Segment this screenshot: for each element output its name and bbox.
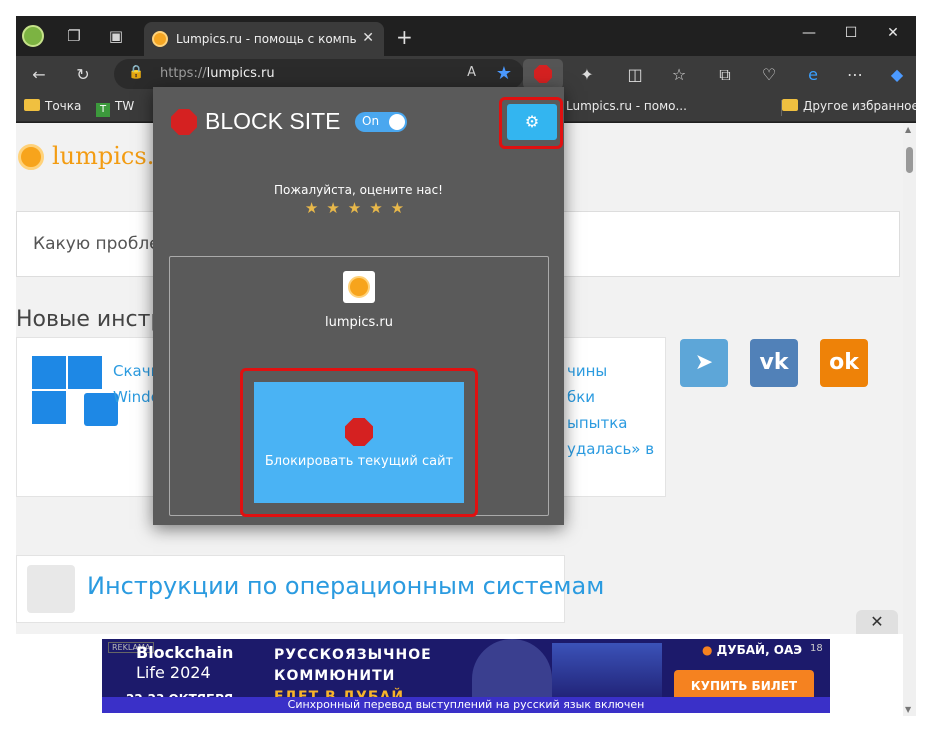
site-logo-text[interactable]: lumpics. [52,142,154,170]
tab-close-icon[interactable]: ✕ [362,30,374,46]
collections-icon[interactable]: ⧉ [714,64,736,86]
block-site-logo-icon [171,109,197,135]
ad-location-text: ДУБАЙ, ОАЭ [716,643,803,657]
edge-icon[interactable]: e [802,64,824,86]
bookmark-label: Точка [45,99,82,113]
active-tab[interactable]: Lumpics.ru - помощь с компьютером ✕ [144,22,384,56]
ad-brand-line2: Life 2024 [136,663,211,682]
workspaces-icon[interactable]: ❐ [64,26,84,46]
favorites-icon[interactable]: ☆ [668,64,690,86]
url-scheme: https:// [160,66,207,81]
vk-icon[interactable]: vk [750,339,798,387]
popup-title: BLOCK SITE [205,108,341,134]
ad-brand-line1: Blockchain [136,643,234,662]
ad-location: ● ДУБАЙ, ОАЭ [702,643,802,657]
block-site-popup: BLOCK SITE On ⚙ Пожалуйста, оцените нас!… [153,87,564,525]
os-section-title[interactable]: Инструкции по операционным системам [87,572,604,600]
ad-age-rating: 18 [810,643,823,654]
telegram-icon[interactable]: ➤ [680,339,728,387]
toggle-knob [389,114,405,130]
split-screen-icon[interactable]: ◫ [624,64,646,86]
site-favicon-icon [343,271,375,303]
os-box-icon [27,565,75,613]
block-button-label: Блокировать текущий сайт [264,454,454,469]
tab-actions-icon[interactable]: ▣ [106,26,126,46]
copilot-icon[interactable]: ◆ [886,64,908,86]
ad-bottom-strip: Синхронный перевод выступлений на русски… [102,697,830,713]
new-tab-button[interactable]: + [396,25,413,49]
browser-essentials-icon[interactable]: ♡ [758,64,780,86]
os-instructions-card[interactable]: Инструкции по операционным системам [16,555,604,623]
favorite-star-icon[interactable]: ★ [496,63,512,84]
bookmark-label: TW [115,99,135,113]
bookmark-lumpics[interactable]: Lumpics.ru - помо... [566,99,687,113]
scroll-up-icon[interactable]: ▲ [905,125,911,134]
profile-avatar[interactable] [22,25,44,47]
extensions-icon[interactable]: ✦ [576,64,598,86]
block-site-icon [534,65,552,83]
rate-us-text: Пожалуйста, оцените нас! [273,183,443,197]
bookmark-label: Lumpics.ru - помо... [566,99,687,113]
close-window-button[interactable]: ✕ [878,25,908,41]
enable-toggle[interactable]: On [355,112,407,132]
windows-logo-icon [32,356,118,426]
block-site-extension-button[interactable] [523,59,563,89]
rating-stars[interactable]: ★★★★★ [153,199,564,217]
tab-favicon-icon [152,31,168,47]
folder-icon [24,99,40,111]
folder-icon [782,99,798,111]
back-icon[interactable]: ← [28,64,50,86]
tab-title: Lumpics.ru - помощь с компьютером [176,32,356,46]
address-bar[interactable]: 🔒 https://lumpics.ru A ★ [114,59,524,89]
url-text: https://lumpics.ru [160,66,275,81]
scroll-thumb[interactable] [906,147,913,173]
url-host: lumpics.ru [206,66,275,81]
section-title: Новые инстр [16,307,165,332]
search-placeholder: Какую пробле [33,234,160,254]
article-link-right-1[interactable]: чины [567,362,607,380]
minimize-button[interactable]: — [794,25,824,41]
scroll-down-icon[interactable]: ▼ [905,705,911,714]
ad-headline-2: КОММЮНИТИ [274,668,396,684]
article-link-right-4[interactable]: удалась» в [567,440,654,458]
browser-window: ❐ ▣ Lumpics.ru - помощь с компьютером ✕ … [16,16,916,716]
lock-icon[interactable]: 🔒 [128,65,144,80]
article-link-right-2[interactable]: бки [567,388,595,406]
current-site-name: lumpics.ru [324,315,393,330]
maximize-button[interactable]: ☐ [836,25,866,41]
stop-sign-icon [345,418,373,446]
bookmark-label: Другое избранное [803,99,916,113]
tw-icon: T [96,103,110,117]
article-link-right-3[interactable]: ыпытка [567,414,627,432]
toggle-label: On [362,114,380,128]
bookmark-tw[interactable]: T TW [96,99,134,117]
read-aloud-icon[interactable]: A [467,65,476,80]
ad-close-button[interactable]: ✕ [856,610,898,634]
other-favorites-folder[interactable]: Другое избранное [782,99,916,113]
block-current-site-button[interactable]: Блокировать текущий сайт [254,382,464,503]
bookmark-folder-tochka[interactable]: Точка [24,99,81,113]
ad-headline-1: РУССКОЯЗЫЧНОЕ [274,647,432,663]
odnoklassniki-icon[interactable]: ok [820,339,868,387]
current-site-panel: lumpics.ru Блокировать текущий сайт [169,256,549,517]
page-scrollbar[interactable]: ▲ ▼ [903,123,916,716]
tab-strip: ❐ ▣ Lumpics.ru - помощь с компьютером ✕ … [16,16,916,56]
refresh-icon[interactable]: ↻ [72,64,94,86]
more-menu-icon[interactable]: ⋯ [844,64,866,86]
location-pin-icon: ● [702,643,717,657]
settings-gear-icon[interactable]: ⚙ [507,104,557,140]
lumpics-logo-icon[interactable] [18,144,44,170]
